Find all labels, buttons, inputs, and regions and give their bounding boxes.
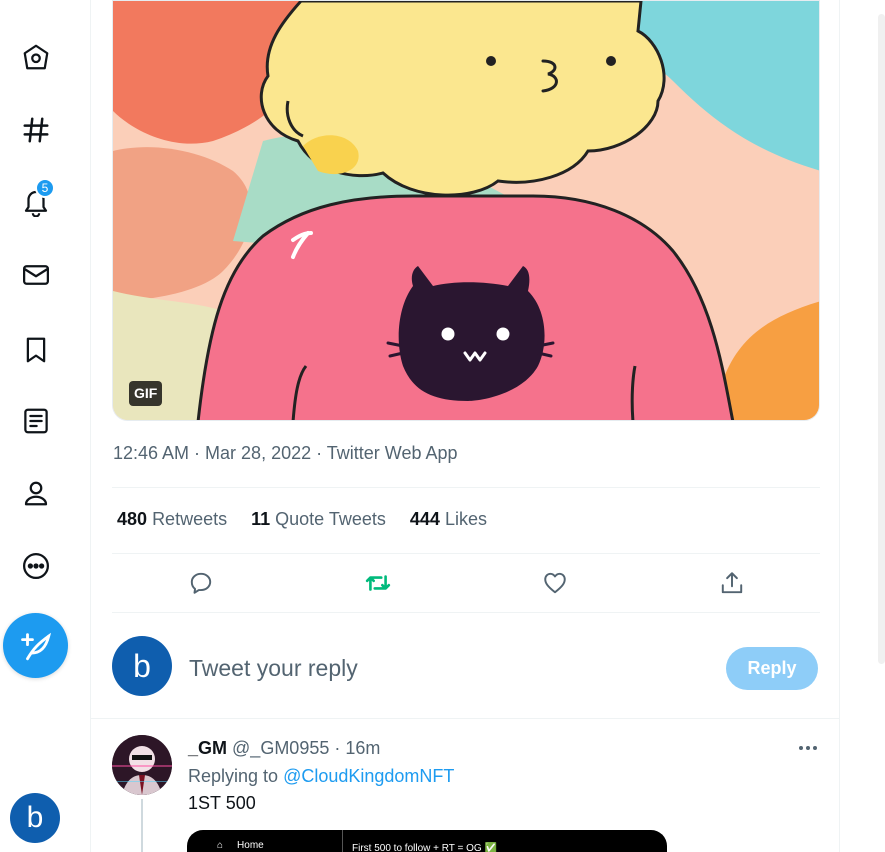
quote-tweets-stat[interactable]: 11 Quote Tweets — [251, 509, 386, 530]
nav-explore[interactable] — [10, 104, 62, 156]
more-icon — [23, 553, 49, 579]
nav-notifications[interactable]: 5 — [10, 176, 62, 228]
divider — [112, 487, 820, 488]
tweet-reply-input[interactable] — [189, 652, 689, 684]
replying-to-link[interactable]: @CloudKingdomNFT — [283, 766, 454, 786]
like-heart-icon — [544, 572, 566, 594]
nav-more[interactable] — [10, 540, 62, 592]
app: 5 b GIF 12:46 AM · Mar 28, 2022 · Twitte… — [0, 0, 885, 852]
share-action-button[interactable] — [717, 568, 747, 598]
retweet-icon — [365, 575, 391, 591]
like-action-button[interactable] — [540, 568, 570, 598]
reply-tweet-time[interactable]: · 16m — [334, 738, 380, 758]
left-nav: 5 b — [0, 0, 90, 852]
compose-tweet-button[interactable] — [3, 613, 68, 678]
tweet-gif-media[interactable]: GIF — [112, 0, 820, 421]
reply-tweet[interactable]: _GM @_GM0955 · 16m Replying to @CloudKin… — [91, 718, 839, 852]
share-icon — [721, 572, 743, 594]
reply-tweet-more-button[interactable] — [795, 737, 821, 759]
retweets-label: Retweets — [152, 509, 228, 529]
reply-author-avatar[interactable] — [112, 735, 172, 795]
replying-to: Replying to @CloudKingdomNFT — [188, 766, 454, 787]
gif-illustration — [113, 1, 819, 420]
nav-lists[interactable] — [10, 395, 62, 447]
image-divider — [342, 830, 343, 852]
home-icon — [23, 44, 49, 70]
messages-envelope-icon — [23, 265, 49, 285]
notification-count-badge: 5 — [35, 178, 55, 198]
nav-bookmarks[interactable] — [10, 324, 62, 376]
divider — [112, 612, 820, 613]
nav-messages[interactable] — [10, 249, 62, 301]
reply-tweet-image[interactable]: ⌂ Home First 500 to follow + RT = OG ✅ — [187, 830, 667, 852]
image-home-icon: ⌂ — [217, 840, 224, 851]
tweet-detail-column: GIF 12:46 AM · Mar 28, 2022 · Twitter We… — [90, 0, 840, 852]
account-avatar[interactable]: b — [10, 793, 60, 843]
retweets-stat[interactable]: 480 Retweets — [117, 509, 227, 530]
avatar-image — [112, 735, 172, 795]
reply-author-handle[interactable]: @_GM0955 — [232, 738, 329, 758]
image-home-label: Home — [237, 840, 264, 851]
retweet-action-button[interactable] — [363, 568, 393, 598]
gif-badge: GIF — [129, 381, 163, 406]
right-scroll-area[interactable] — [878, 14, 885, 664]
replying-to-prefix: Replying to — [188, 766, 279, 786]
reply-box-avatar[interactable]: b — [112, 636, 172, 696]
likes-label: Likes — [444, 509, 487, 529]
divider — [112, 553, 820, 554]
profile-icon — [24, 481, 48, 506]
image-home-nav: ⌂ Home — [217, 840, 264, 851]
reply-tweet-text: 1ST 500 — [188, 793, 256, 813]
thread-line — [141, 799, 143, 852]
reply-tweet-header: _GM @_GM0955 · 16m — [188, 738, 380, 759]
nav-home[interactable] — [10, 31, 62, 83]
reply-button[interactable]: Reply — [726, 647, 818, 690]
likes-count: 444 — [409, 509, 440, 529]
lists-icon — [24, 408, 48, 434]
compose-feather-icon — [20, 632, 51, 660]
tweet-stats: 480 Retweets 11 Quote Tweets 444 Likes — [117, 509, 487, 530]
reply-author-name[interactable]: _GM — [188, 738, 227, 758]
quote-tweets-count: 11 — [251, 509, 271, 529]
reply-action-button[interactable] — [186, 568, 216, 598]
tweet-timestamp-source[interactable]: 12:46 AM · Mar 28, 2022 · Twitter Web Ap… — [113, 443, 458, 464]
image-title-text: First 500 to follow + RT = OG ✅ — [352, 843, 497, 852]
reply-icon — [190, 572, 212, 594]
explore-hashtag-icon — [23, 117, 49, 143]
quote-tweets-label: Quote Tweets — [275, 509, 386, 529]
nav-profile[interactable] — [10, 467, 62, 519]
more-dots-icon — [799, 746, 817, 750]
likes-stat[interactable]: 444 Likes — [410, 509, 487, 530]
retweets-count: 480 — [117, 509, 148, 529]
bookmarks-icon — [26, 337, 46, 363]
